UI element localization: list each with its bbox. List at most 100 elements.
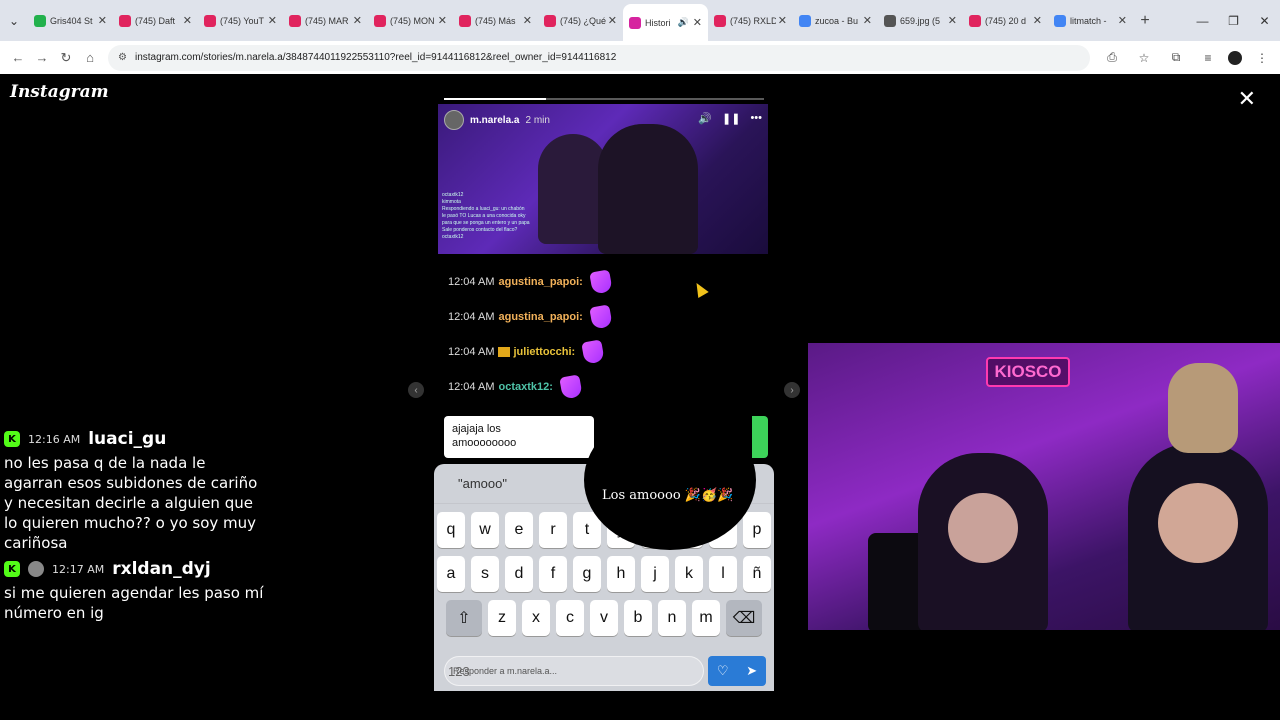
menu-dots-icon[interactable]: ⋮ (1250, 46, 1274, 70)
like-heart-icon[interactable]: ♡ (717, 663, 729, 679)
key-z[interactable]: z (488, 600, 516, 636)
restore-icon[interactable]: ❐ (1218, 0, 1249, 41)
story-text-input[interactable]: ajajaja los amoooooooo (444, 416, 594, 458)
tab-close-icon[interactable]: ✕ (608, 14, 617, 27)
browser-tab[interactable]: (745) RXLD ✕ (708, 4, 793, 37)
key-g[interactable]: g (573, 556, 601, 592)
cam-face-right (1158, 483, 1238, 563)
key-v[interactable]: v (590, 600, 618, 636)
key-p[interactable]: p (743, 512, 771, 548)
reload-icon[interactable]: ↻ (54, 46, 78, 70)
story-username[interactable]: m.narela.a (470, 115, 519, 126)
key-l[interactable]: l (709, 556, 737, 592)
tab-close-icon[interactable]: ✕ (1033, 14, 1042, 27)
tab-close-icon[interactable]: ✕ (1118, 14, 1127, 27)
previous-story-arrow-icon[interactable]: ‹ (408, 382, 424, 398)
shift-key-icon[interactable]: ⇧ (446, 600, 482, 636)
browser-tab[interactable]: Gris404 St ✕ (28, 4, 113, 37)
tab-close-icon[interactable]: ✕ (353, 14, 362, 27)
tab-close-icon[interactable]: ✕ (778, 14, 787, 27)
browser-tab[interactable]: (745) ¿Qué ✕ (538, 4, 623, 37)
stream-chat-overlay: K 12:16 AM luaci_gu no les pasa q de la … (0, 429, 265, 646)
tab-label: zucoa - Bu (815, 15, 859, 26)
key-a[interactable]: a (437, 556, 465, 592)
tab-label: (745) ¿Qué (560, 15, 606, 26)
suggestion-1[interactable]: "amooo" (458, 476, 507, 491)
site-info-icon[interactable]: ⚙ (118, 52, 127, 63)
key-n[interactable]: n (658, 600, 686, 636)
key-b[interactable]: b (624, 600, 652, 636)
tab-audio-icon[interactable]: 🔊 (678, 17, 689, 28)
key-s[interactable]: s (471, 556, 499, 592)
close-story-icon[interactable]: ✕ (1238, 86, 1256, 112)
home-icon[interactable]: ⌂ (78, 46, 102, 70)
profile-avatar-icon[interactable] (1228, 50, 1242, 65)
tab-favicon-icon (629, 16, 641, 29)
key-w[interactable]: w (471, 512, 499, 548)
send-direct-icon[interactable]: ➤ (746, 663, 757, 679)
minimize-icon[interactable]: — (1187, 0, 1218, 41)
key-r[interactable]: r (539, 512, 567, 548)
browser-tab[interactable]: (745) Más ✕ (453, 4, 538, 37)
install-app-icon[interactable]: ⎙ (1100, 46, 1124, 70)
browser-tab-bar: ⌄ Gris404 St ✕ (745) Daft ✕ (745) YouT ✕ (745)… (0, 0, 1280, 41)
next-story-arrow-icon[interactable]: › (784, 382, 800, 398)
browser-tab[interactable]: 659.jpg (5 ✕ (878, 4, 963, 37)
story-avatar[interactable] (444, 110, 464, 130)
new-tab-button[interactable]: + (1133, 4, 1157, 37)
url-field[interactable]: ⚙ instagram.com/stories/m.narela.a/38487… (108, 44, 1090, 71)
backspace-key-icon[interactable]: ⌫ (726, 600, 762, 636)
pause-icon[interactable]: ❚❚ (722, 112, 740, 125)
send-green-button[interactable] (752, 416, 768, 458)
window-controls: — ❐ ✕ (1187, 0, 1280, 41)
browser-tab[interactable]: Histori 🔊 ✕ (623, 4, 708, 41)
reply-input[interactable]: Responder a m.narela.a... (444, 656, 704, 686)
key-m[interactable]: m (692, 600, 720, 636)
tab-close-icon[interactable]: ✕ (948, 14, 957, 27)
volume-icon[interactable]: 🔊 (698, 112, 712, 125)
back-icon[interactable]: ← (6, 46, 30, 70)
key-h[interactable]: h (607, 556, 635, 592)
tab-label: (745) 20 d (985, 15, 1027, 26)
tab-close-icon[interactable]: ✕ (438, 14, 447, 27)
chat-message-body: no les pasa q de la nada le agarran esos… (4, 454, 258, 552)
browser-tab[interactable]: (745) Daft ✕ (113, 4, 198, 37)
tab-close-icon[interactable]: ✕ (98, 14, 107, 27)
chat-line-user: agustina_papoi: (498, 310, 583, 323)
browser-tab[interactable]: (745) MAR ✕ (283, 4, 368, 37)
story-frame[interactable]: octaxtk12 kimmota Respondiendo a luaci_gu:… (434, 86, 774, 691)
key-c[interactable]: c (556, 600, 584, 636)
chat-message-body: si me quieren agendar les paso mí número… (4, 584, 264, 622)
tab-close-icon[interactable]: ✕ (863, 14, 872, 27)
tab-close-icon[interactable]: ✕ (523, 14, 532, 27)
key-k[interactable]: k (675, 556, 703, 592)
tab-close-icon[interactable]: ✕ (268, 14, 277, 27)
key-f[interactable]: f (539, 556, 567, 592)
browser-tab[interactable]: (745) MON ✕ (368, 4, 453, 37)
chat-message-head: K 12:17 AM rxldan_dyj (4, 557, 265, 581)
key-q[interactable]: q (437, 512, 465, 548)
extensions-icon[interactable]: ⧉ (1164, 46, 1188, 70)
tab-close-icon[interactable]: ✕ (693, 16, 702, 29)
key-j[interactable]: j (641, 556, 669, 592)
tab-label: (745) Daft (135, 15, 176, 26)
reading-list-icon[interactable]: ≡ (1196, 46, 1220, 70)
close-window-icon[interactable]: ✕ (1249, 0, 1280, 41)
browser-tab[interactable]: (745) 20 d ✕ (963, 4, 1048, 37)
forward-icon[interactable]: → (30, 46, 54, 70)
browser-tab[interactable]: zucoa - Bu ✕ (793, 4, 878, 37)
tab-close-icon[interactable]: ✕ (183, 14, 192, 27)
story-chat-line: 12:04 AM juliettocchi: (448, 334, 768, 369)
tab-search-chevron-icon[interactable]: ⌄ (0, 0, 28, 41)
key-e[interactable]: e (505, 512, 533, 548)
more-options-icon[interactable]: ••• (750, 112, 762, 125)
browser-tab[interactable]: (745) YouT ✕ (198, 4, 283, 37)
browser-tab[interactable]: litmatch - ✕ (1048, 4, 1133, 37)
purple-heart-emote-icon (559, 373, 583, 400)
instagram-logo[interactable]: Instagram (10, 82, 109, 102)
bookmark-star-icon[interactable]: ☆ (1132, 46, 1156, 70)
key-ñ[interactable]: ñ (743, 556, 771, 592)
keyboard-row-2: asdfghjklñ (434, 556, 774, 592)
key-d[interactable]: d (505, 556, 533, 592)
key-x[interactable]: x (522, 600, 550, 636)
